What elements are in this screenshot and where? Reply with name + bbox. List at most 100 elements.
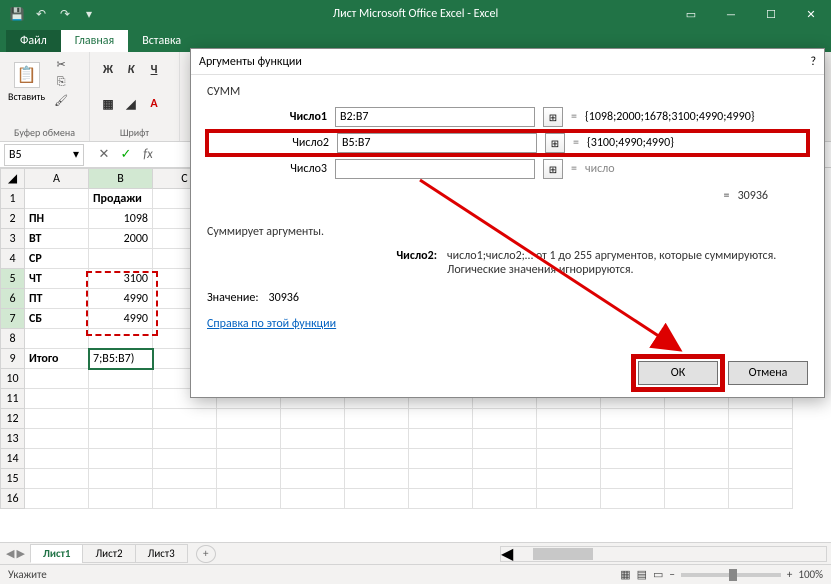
cell[interactable] [153, 489, 217, 509]
view-normal-icon[interactable]: ▦ [620, 568, 630, 581]
cell[interactable] [25, 329, 89, 349]
cell-b1[interactable]: Продажи [89, 189, 153, 209]
arg2-input[interactable] [337, 133, 537, 153]
cell[interactable] [537, 489, 601, 509]
cell[interactable] [89, 329, 153, 349]
arg2-refedit-icon[interactable]: ⊞ [545, 133, 565, 153]
tab-home[interactable]: Главная [61, 30, 128, 52]
cell-b6[interactable]: 4990 [89, 289, 153, 309]
cut-icon[interactable]: ✂ [51, 56, 71, 72]
arg1-input[interactable] [335, 107, 535, 127]
scroll-left-icon[interactable]: ◀ [501, 544, 513, 564]
cell[interactable] [281, 469, 345, 489]
cell-a5[interactable]: ЧТ [25, 269, 89, 289]
cell[interactable] [89, 429, 153, 449]
cell[interactable] [153, 469, 217, 489]
cell-b7[interactable]: 4990 [89, 309, 153, 329]
cell[interactable] [537, 469, 601, 489]
cell[interactable] [537, 429, 601, 449]
row-header-16[interactable]: 16 [1, 489, 25, 509]
cell[interactable] [89, 409, 153, 429]
cell-b4[interactable] [89, 249, 153, 269]
cell-a9[interactable]: Итого [25, 349, 89, 369]
cell[interactable] [281, 449, 345, 469]
view-layout-icon[interactable]: ▤ [637, 568, 647, 581]
cell[interactable] [89, 469, 153, 489]
redo-icon[interactable]: ↷ [56, 5, 74, 23]
cell[interactable] [89, 489, 153, 509]
row-header-2[interactable]: 2 [1, 209, 25, 229]
cell-a1[interactable] [25, 189, 89, 209]
copy-icon[interactable]: ⎘ [51, 74, 71, 90]
row-header-3[interactable]: 3 [1, 229, 25, 249]
cell[interactable] [665, 429, 729, 449]
cell-a6[interactable]: ПТ [25, 289, 89, 309]
row-header-14[interactable]: 14 [1, 449, 25, 469]
cell[interactable] [25, 469, 89, 489]
undo-icon[interactable]: ↶ [32, 5, 50, 23]
row-header-9[interactable]: 9 [1, 349, 25, 369]
row-header-11[interactable]: 11 [1, 389, 25, 409]
cell[interactable] [25, 429, 89, 449]
cell[interactable] [345, 489, 409, 509]
select-all-corner[interactable]: ◢ [1, 169, 25, 189]
horizontal-scrollbar[interactable]: ◀ [500, 546, 827, 562]
cell[interactable] [409, 469, 473, 489]
cell-b2[interactable]: 1098 [89, 209, 153, 229]
row-header-4[interactable]: 4 [1, 249, 25, 269]
cell[interactable] [729, 409, 793, 429]
cell-a3[interactable]: ВТ [25, 229, 89, 249]
cell[interactable] [729, 489, 793, 509]
row-header-6[interactable]: 6 [1, 289, 25, 309]
cell[interactable] [473, 469, 537, 489]
dialog-help-icon[interactable]: ? [810, 55, 816, 69]
cell[interactable] [601, 409, 665, 429]
zoom-value[interactable]: 100% [798, 568, 823, 581]
font-color-icon[interactable]: A [144, 94, 164, 114]
cell[interactable] [601, 429, 665, 449]
cell[interactable] [409, 409, 473, 429]
cell[interactable] [665, 489, 729, 509]
cell[interactable] [537, 409, 601, 429]
cell[interactable] [89, 389, 153, 409]
cell[interactable] [665, 409, 729, 429]
cell[interactable] [729, 469, 793, 489]
col-header-b[interactable]: B [89, 169, 153, 189]
enter-formula-icon[interactable]: ✓ [116, 145, 136, 165]
cancel-button[interactable]: Отмена [728, 361, 808, 385]
cell[interactable] [25, 409, 89, 429]
name-box[interactable]: B5 ▾ [4, 144, 84, 166]
cell[interactable] [409, 489, 473, 509]
row-header-10[interactable]: 10 [1, 369, 25, 389]
cell[interactable] [153, 429, 217, 449]
cell-a4[interactable]: СР [25, 249, 89, 269]
row-header-8[interactable]: 8 [1, 329, 25, 349]
cell[interactable] [217, 409, 281, 429]
border-icon[interactable]: ▦ [98, 94, 118, 114]
cell-a7[interactable]: СБ [25, 309, 89, 329]
cell[interactable] [345, 409, 409, 429]
cell[interactable] [281, 429, 345, 449]
cell[interactable] [217, 429, 281, 449]
tab-file[interactable]: Файл [6, 30, 61, 52]
cell[interactable] [729, 429, 793, 449]
cell[interactable] [281, 409, 345, 429]
cell[interactable] [473, 409, 537, 429]
cell[interactable] [665, 469, 729, 489]
cell[interactable] [25, 449, 89, 469]
view-break-icon[interactable]: ▭ [653, 568, 663, 581]
ribbon-options-icon[interactable]: ▭ [671, 0, 711, 28]
sheet-tab-3[interactable]: Лист3 [135, 544, 188, 563]
cell[interactable] [345, 449, 409, 469]
cell[interactable] [89, 369, 153, 389]
row-header-13[interactable]: 13 [1, 429, 25, 449]
qat-dropdown-icon[interactable]: ▾ [80, 5, 98, 23]
sheet-nav-prev-icon[interactable]: ◀ [6, 547, 14, 560]
scrollbar-thumb[interactable] [533, 548, 593, 560]
zoom-slider[interactable] [681, 573, 781, 577]
paste-button[interactable]: 📋 Вставить [8, 62, 45, 103]
cell[interactable] [281, 489, 345, 509]
cell[interactable] [409, 449, 473, 469]
bold-button[interactable]: Ж [98, 60, 118, 80]
fill-color-icon[interactable]: ◢ [121, 94, 141, 114]
